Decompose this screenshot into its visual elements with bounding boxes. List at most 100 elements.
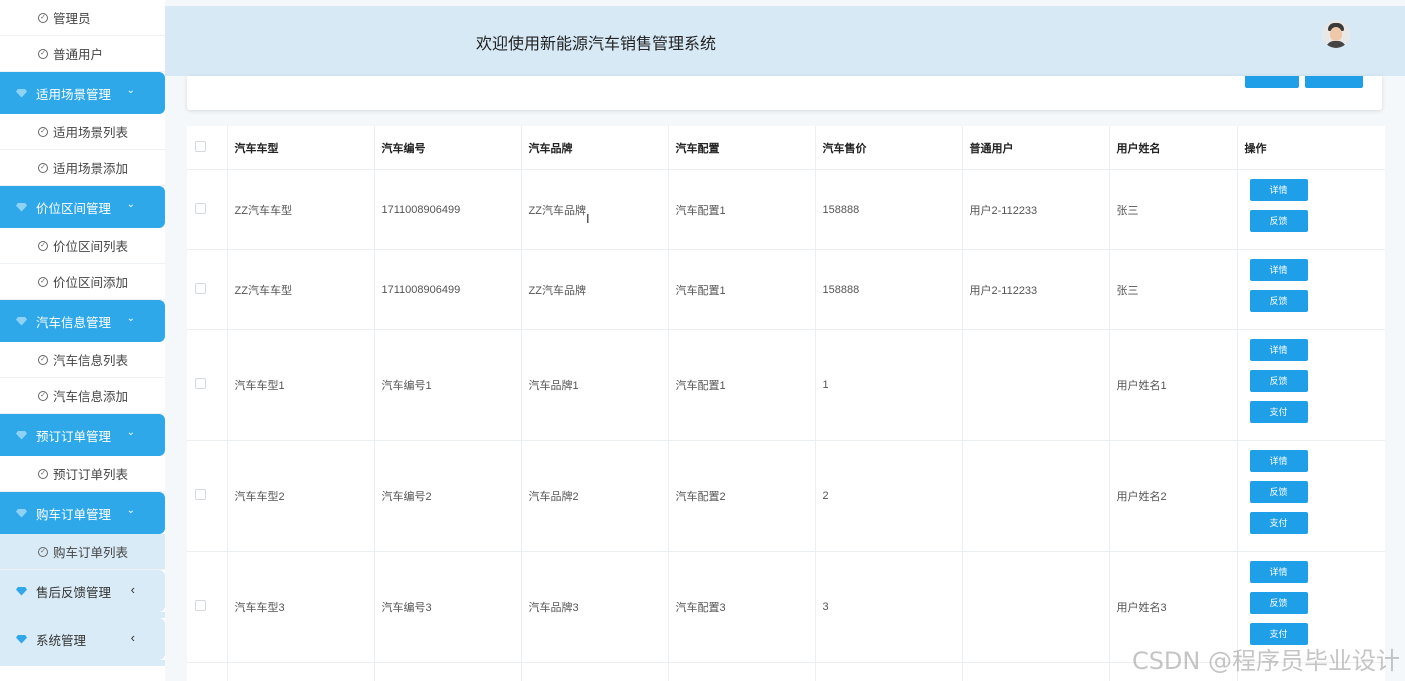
table-cell: 2 (815, 440, 963, 552)
sidebar-group[interactable]: 预订订单管理 ⌄ (0, 414, 165, 456)
sidebar-group-label: 汽车信息管理 (36, 315, 112, 330)
top-header: 欢迎使用新能源汽车销售管理系统 (165, 6, 1405, 76)
row-checkbox[interactable] (187, 329, 228, 441)
sidebar-item-label: 汽车信息添加 (53, 390, 129, 404)
column-header: 普通用户 (962, 126, 1110, 170)
column-header: 操作 (1237, 126, 1385, 170)
table-cell: 汽车编号3 (374, 551, 522, 663)
chevron-left-icon: ‹ (130, 630, 135, 645)
watermark: CSDN @程序员毕业设计 (1131, 647, 1400, 675)
column-header: 汽车配置 (668, 126, 816, 170)
table-cell: 汽车车型2 (227, 440, 375, 552)
sidebar-item[interactable]: ✓ 预订订单列表 (0, 456, 165, 492)
pay-button[interactable]: 支付 (1249, 511, 1308, 534)
sidebar-item[interactable]: ✓ 管理员 (0, 0, 165, 36)
sidebar-item-label: 普通用户 (53, 48, 104, 62)
actions-cell: 详情 反馈 (1237, 249, 1385, 330)
feedback-button[interactable]: 反馈 (1249, 591, 1308, 614)
check-circle-icon: ✓ (38, 162, 48, 173)
row-checkbox[interactable] (187, 249, 228, 330)
table-cell: 汽车车型1 (227, 329, 375, 441)
table-cell: 用户2-112233 (962, 169, 1110, 250)
add-button[interactable] (1305, 76, 1363, 88)
detail-button[interactable]: 详情 (1249, 258, 1308, 281)
column-header: 汽车车型 (227, 126, 375, 170)
diamond-icon (16, 88, 27, 98)
feedback-button[interactable]: 反馈 (1249, 209, 1308, 232)
check-circle-icon: ✓ (38, 276, 48, 287)
row-checkbox[interactable] (187, 169, 228, 250)
chevron-left-icon: ‹ (130, 582, 135, 597)
table-row: 汽车车型1 汽车编号1 汽车品牌1 汽车配置1 1 用户姓名1 详情 反馈 支付 (187, 329, 1385, 441)
table-cell: 张三 (1109, 169, 1238, 250)
table-cell: 汽车配置1 (668, 169, 816, 250)
detail-button[interactable]: 详情 (1249, 449, 1308, 472)
sidebar-item-label: 适用场景列表 (53, 126, 129, 140)
column-header: 汽车售价 (815, 126, 963, 170)
sidebar-group[interactable]: 购车订单管理 ⌄ (0, 492, 165, 534)
table-cell: 汽车品牌1 (521, 329, 669, 441)
column-header: 用户姓名 (1109, 126, 1238, 170)
feedback-button[interactable]: 反馈 (1249, 369, 1308, 392)
table-cell: 1711008906499 (374, 169, 522, 250)
table-row: ZZ汽车车型 1711008906499 ZZ汽车品牌 汽车配置1 158888 用户2-… (187, 249, 1385, 330)
search-panel (187, 76, 1382, 110)
sidebar-item-label: 管理员 (53, 12, 91, 26)
table-cell: 汽车品牌2 (521, 440, 669, 552)
sidebar-group[interactable]: 价位区间管理 ⌄ (0, 186, 165, 228)
table-cell: 158888 (815, 169, 963, 250)
table-cell: 汽车配置2 (668, 440, 816, 552)
sidebar-group-label: 价位区间管理 (36, 201, 112, 216)
sidebar-item-label: 汽车信息列表 (53, 354, 129, 368)
table-cell: 汽车品牌3 (521, 551, 669, 663)
user-avatar[interactable] (1322, 20, 1350, 48)
sidebar-group[interactable]: 汽车信息管理 ⌄ (0, 300, 165, 342)
sidebar-item-label: 价位区间列表 (53, 240, 129, 254)
chevron-down-icon: ⌄ (126, 85, 135, 96)
table-cell: ZZ汽车品牌 (521, 169, 669, 250)
table-cell (962, 662, 1110, 681)
sidebar-group[interactable]: 系统管理 ‹ (0, 618, 165, 660)
check-circle-icon: ✓ (38, 546, 48, 557)
row-checkbox[interactable] (187, 440, 228, 552)
detail-button[interactable]: 详情 (1249, 560, 1308, 583)
sidebar-group[interactable]: 适用场景管理 ⌄ (0, 72, 165, 114)
table-cell (227, 662, 375, 681)
sidebar-item[interactable]: ✓ 适用场景列表 (0, 114, 165, 150)
table-cell: 汽车配置1 (668, 249, 816, 330)
chevron-down-icon: ⌄ (126, 199, 135, 210)
sidebar-item-label: 价位区间添加 (53, 276, 129, 290)
feedback-button[interactable]: 反馈 (1249, 289, 1308, 312)
sidebar-item[interactable]: ✓ 汽车信息列表 (0, 342, 165, 378)
table-cell: ZZ汽车品牌 (521, 249, 669, 330)
table-row: 汽车车型2 汽车编号2 汽车品牌2 汽车配置2 2 用户姓名2 详情 反馈 支付 (187, 440, 1385, 552)
pay-button[interactable]: 支付 (1249, 400, 1308, 423)
sidebar-item-label: 预订订单列表 (53, 468, 129, 482)
select-all-checkbox[interactable] (187, 126, 228, 170)
column-header: 汽车品牌 (521, 126, 669, 170)
sidebar-item[interactable]: ✓ 价位区间添加 (0, 264, 165, 300)
detail-button[interactable]: 详情 (1249, 178, 1308, 201)
search-button[interactable] (1245, 76, 1299, 88)
actions-cell: 详情 反馈 支付 (1237, 440, 1385, 552)
table-cell (521, 662, 669, 681)
detail-button[interactable]: 详情 (1249, 338, 1308, 361)
table-cell (815, 662, 963, 681)
check-circle-icon: ✓ (38, 468, 48, 479)
table-cell (668, 662, 816, 681)
sidebar-item[interactable]: ✓ 购车订单列表 (0, 534, 165, 570)
sidebar-group-label: 购车订单管理 (36, 507, 112, 522)
sidebar-item[interactable]: ✓ 汽车信息添加 (0, 378, 165, 414)
text-cursor-icon: I (586, 211, 590, 226)
sidebar-item[interactable]: ✓ 普通用户 (0, 36, 165, 72)
table-cell (962, 440, 1110, 552)
table-cell (962, 329, 1110, 441)
sidebar-item[interactable]: ✓ 价位区间列表 (0, 228, 165, 264)
row-checkbox[interactable] (187, 551, 228, 663)
table-cell: 汽车车型3 (227, 551, 375, 663)
sidebar-item[interactable]: ✓ 适用场景添加 (0, 150, 165, 186)
sidebar-group[interactable]: 售后反馈管理 ‹ (0, 570, 165, 612)
table-header-row: 汽车车型 汽车编号 汽车品牌 汽车配置 汽车售价 普通用户 用户姓名 操作 (187, 126, 1385, 170)
table-cell (962, 551, 1110, 663)
feedback-button[interactable]: 反馈 (1249, 480, 1308, 503)
